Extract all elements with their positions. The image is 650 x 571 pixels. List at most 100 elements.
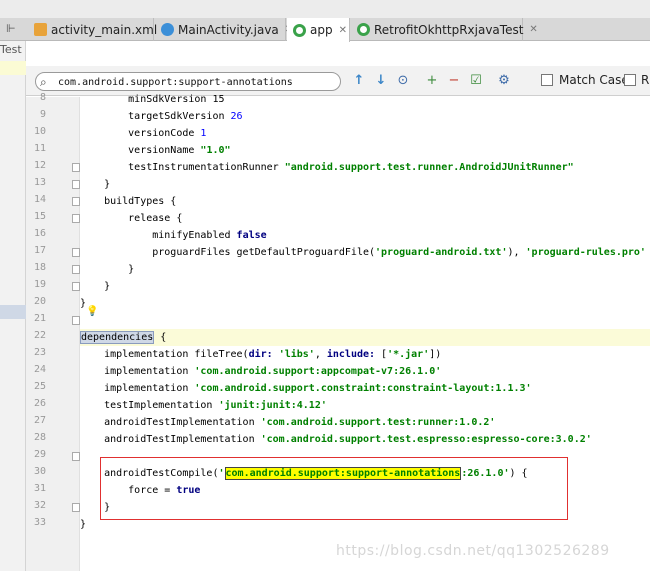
code-line[interactable]: dependencies { xyxy=(80,329,650,346)
checkbox-box[interactable] xyxy=(541,74,553,86)
regex-checkbox[interactable]: R xyxy=(624,73,649,87)
search-field[interactable]: ⌕ xyxy=(35,72,341,91)
code-line[interactable]: versionName "1.0" xyxy=(80,142,650,159)
fold-marker-icon[interactable] xyxy=(72,180,80,189)
next-occurrence-icon[interactable]: ↓ xyxy=(373,73,389,89)
code-token: } xyxy=(80,264,135,275)
tab-label: RetrofitOkhttpRxjavaTest xyxy=(374,22,524,37)
panel-toggle-icon[interactable]: ⊩ xyxy=(6,22,22,36)
checkbox-box[interactable] xyxy=(624,74,636,86)
code-line[interactable]: release { xyxy=(80,210,650,227)
remove-occurrence-icon[interactable]: − xyxy=(446,73,462,89)
tab-main-activity-java[interactable]: MainActivity.java ✕ xyxy=(155,18,293,41)
panel-item-label[interactable]: Test xyxy=(0,43,22,56)
tab-app[interactable]: app ✕ xyxy=(287,18,350,42)
line-number: 19 xyxy=(33,279,46,290)
code-line[interactable]: targetSdkVersion 26 xyxy=(80,108,650,125)
code-token: testImplementation xyxy=(80,400,219,411)
code-line[interactable]: testInstrumentationRunner "android.suppo… xyxy=(80,159,650,176)
fold-marker-icon[interactable] xyxy=(72,248,80,257)
code-line[interactable]: } xyxy=(80,516,650,533)
fold-marker-icon[interactable] xyxy=(72,214,80,223)
select-all-occurrences-icon[interactable]: ☑ xyxy=(468,73,484,89)
code-line[interactable]: implementation 'com.android.support:appc… xyxy=(80,363,650,380)
code-token: true xyxy=(176,485,201,496)
find-all-icon[interactable]: ⊙ xyxy=(395,73,411,89)
code-token: 'com.android.support.constraint:constrai… xyxy=(194,383,532,394)
code-line[interactable]: buildTypes { xyxy=(80,193,650,210)
panel-highlight xyxy=(0,61,26,75)
close-icon[interactable]: ✕ xyxy=(339,25,347,36)
gradle-module-icon xyxy=(293,23,306,37)
code-line[interactable]: minifyEnabled false xyxy=(80,227,650,244)
tab-activity-main-xml[interactable]: activity_main.xml ✕ xyxy=(28,18,172,41)
gutter-line: 21 xyxy=(26,312,80,329)
code-token: "1.0" xyxy=(200,145,231,156)
line-number: 13 xyxy=(33,177,46,188)
settings-gear-icon[interactable]: ⚙ xyxy=(496,73,512,89)
search-input[interactable] xyxy=(58,75,328,89)
fold-marker-icon[interactable] xyxy=(72,452,80,461)
close-icon[interactable]: ✕ xyxy=(529,24,537,35)
fold-marker-icon[interactable] xyxy=(72,265,80,274)
gutter-line: 11 xyxy=(26,142,80,159)
code-line[interactable]: implementation fileTree(dir: 'libs', inc… xyxy=(80,346,650,363)
code-line[interactable]: } xyxy=(80,499,650,516)
gutter-line: 28 xyxy=(26,431,80,448)
line-number: 26 xyxy=(33,398,46,409)
gutter-line: 18 xyxy=(26,261,80,278)
line-number: 16 xyxy=(33,228,46,239)
code-line[interactable]: proguardFiles getDefaultProguardFile('pr… xyxy=(80,244,650,261)
code-token: } xyxy=(80,519,87,530)
fold-marker-icon[interactable] xyxy=(72,197,80,206)
code-token: } xyxy=(80,281,111,292)
gutter-line: 10 xyxy=(26,125,80,142)
watermark: https://blog.csdn.net/qq1302526289 xyxy=(336,543,610,559)
structure-panel-edge: Test xyxy=(0,41,26,571)
code-line[interactable]: } xyxy=(80,295,650,312)
code-line[interactable]: minSdkVersion 15 xyxy=(80,91,650,108)
line-number-gutter: 8 9 10 11 12 13 14 15 16 17 18 19 20 21 22 23 24 25 26 27 28… xyxy=(26,92,80,571)
code-token: 1 xyxy=(200,128,207,139)
code-line[interactable]: } xyxy=(80,278,650,295)
line-number: 11 xyxy=(33,143,46,154)
gutter-line: 23 xyxy=(26,346,80,363)
line-number: 28 xyxy=(33,432,46,443)
code-line[interactable] xyxy=(80,448,650,465)
code-line[interactable]: testImplementation 'junit:junit:4.12' xyxy=(80,397,650,414)
code-token: , xyxy=(314,349,327,360)
code-line[interactable]: versionCode 1 xyxy=(80,125,650,142)
code-token: versionCode xyxy=(80,128,201,139)
code-editor[interactable]: } } force = true androidTestCompile('com… xyxy=(80,94,650,571)
code-token: implementation fileTree( xyxy=(80,349,249,360)
add-occurrence-icon[interactable]: + xyxy=(424,73,440,89)
search-icon[interactable]: ⌕ xyxy=(40,75,47,89)
intention-bulb-icon[interactable]: 💡 xyxy=(86,306,98,318)
code-line[interactable]: implementation 'com.android.support.cons… xyxy=(80,380,650,397)
gutter-line: 29 xyxy=(26,448,80,465)
code-token: 'proguard-android.txt' xyxy=(375,247,508,258)
line-number: 29 xyxy=(33,449,46,460)
line-number: 22 xyxy=(33,330,46,341)
fold-marker-icon[interactable] xyxy=(72,503,80,512)
tab-project-gradle[interactable]: RetrofitOkhttpRxjavaTest ✕ xyxy=(351,18,538,41)
code-line[interactable]: force = true xyxy=(80,482,650,499)
code-token: implementation xyxy=(80,383,195,394)
code-line[interactable] xyxy=(80,312,650,329)
code-line[interactable]: androidTestImplementation 'com.android.s… xyxy=(80,414,650,431)
code-line[interactable]: androidTestCompile('com.android.support:… xyxy=(80,465,650,482)
fold-marker-icon[interactable] xyxy=(72,316,80,325)
previous-occurrence-icon[interactable]: ↑ xyxy=(351,73,367,89)
match-case-checkbox[interactable]: Match Case xyxy=(541,73,629,87)
xml-file-icon xyxy=(34,23,47,36)
gutter-line: 16 xyxy=(26,227,80,244)
gutter-line: 25 xyxy=(26,380,80,397)
code-line[interactable]: androidTestImplementation 'com.android.s… xyxy=(80,431,650,448)
line-number: 25 xyxy=(33,381,46,392)
line-number: 17 xyxy=(33,245,46,256)
code-line[interactable]: } xyxy=(80,176,650,193)
fold-marker-icon[interactable] xyxy=(72,163,80,172)
line-number: 23 xyxy=(33,347,46,358)
code-line[interactable]: } xyxy=(80,261,650,278)
fold-marker-icon[interactable] xyxy=(72,282,80,291)
